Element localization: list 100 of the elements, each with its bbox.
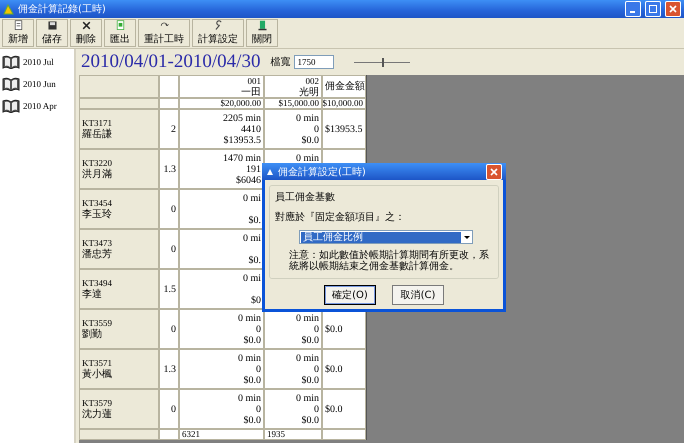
cell-text: 0 mi (242, 232, 261, 244)
employee-code: KT3579 (82, 398, 112, 408)
column-header: 佣金金額 (325, 81, 365, 92)
cell-text: 1470 min (222, 152, 261, 164)
cell-text: $0.0 (244, 334, 261, 346)
book-icon (2, 55, 20, 69)
employee-code: KT3171 (82, 118, 112, 128)
cell-text: 0 (171, 404, 176, 414)
book-icon (2, 99, 20, 113)
width-field[interactable]: 1750 (294, 55, 334, 69)
cell-text: 0 (314, 124, 319, 134)
cell-text: 0 (314, 404, 319, 414)
field-label: 對應於『固定金額項目』之： (275, 210, 406, 224)
cell-text: $0.0 (302, 414, 319, 426)
employee-name: 李玉玲 (82, 209, 112, 220)
cell-text: $0 (251, 294, 261, 306)
minimize-button[interactable] (625, 1, 641, 17)
cell-text: 0 min (238, 392, 261, 404)
sidebar-item[interactable]: 2010 Jun (2, 77, 72, 91)
cell-text: 0 min (238, 312, 261, 324)
cell-text: 0 (171, 324, 176, 334)
employee-code: KT3571 (82, 358, 112, 368)
dialog-button[interactable]: 確定(O) (324, 285, 376, 305)
close-icon (669, 5, 677, 13)
cell-text: 191 (246, 164, 261, 174)
employee-name: 李達 (82, 289, 102, 300)
cell-text: 0 (314, 324, 319, 334)
close-button[interactable] (486, 164, 502, 180)
cell-text: 0 mi (242, 192, 261, 204)
cell-text: 1.3 (164, 164, 176, 174)
employee-code: KT3494 (82, 278, 112, 288)
note-text: 注意：如此數值於帳期計算期間有所更改，系統將以帳期結束之佣金基數計算佣金。 (289, 250, 490, 272)
cell-text: $0.0 (325, 404, 342, 414)
sidebar-item[interactable]: 2010 Jul (2, 55, 72, 69)
dialog-button[interactable]: 取消(C) (392, 285, 444, 305)
cell-text: $0.0 (244, 374, 261, 386)
cell-text: 0 (314, 364, 319, 374)
maximize-button[interactable] (645, 1, 661, 17)
group-title: 員工佣金基數 (275, 190, 336, 204)
employee-name: 羅岳謙 (82, 129, 112, 140)
cell-text: 0 min (296, 392, 319, 404)
cell-text: $0.0 (302, 374, 319, 386)
close-button[interactable] (665, 1, 681, 17)
cell-text: 1935 (267, 429, 285, 440)
toolbar-button[interactable]: 儲存 (36, 19, 68, 47)
slider-thumb[interactable] (382, 58, 384, 66)
employee-name: 洪月滿 (82, 169, 112, 180)
cell-text: 0 mi (242, 272, 261, 284)
cell-text: $0.0 (244, 414, 261, 426)
window-title: 佣金計算記錄(工時) (18, 2, 107, 16)
width-label: 檔寬 (270, 56, 290, 69)
toolbar-button[interactable]: 刪除 (70, 19, 102, 47)
sidebar-item[interactable]: 2010 Apr (2, 99, 72, 113)
employee-code: KT3473 (82, 238, 112, 248)
toolbar-button[interactable]: 匯出 (104, 19, 136, 47)
cell-text: 1.5 (164, 284, 176, 294)
cell-text: $6046 (236, 174, 261, 186)
cell-text: 0 (171, 204, 176, 214)
cell-text: 0 (256, 364, 261, 374)
employee-code: KT3559 (82, 318, 112, 328)
column-header: 光明 (299, 86, 319, 98)
cell-text: 0 (256, 324, 261, 334)
cell-text: $13953.5 (325, 124, 362, 134)
cell-text: 6321 (182, 429, 200, 440)
cell-text: $0.0 (325, 324, 342, 334)
cell-text: 0 min (296, 152, 319, 164)
employee-name: 潘忠芳 (82, 249, 112, 260)
maximize-icon (649, 5, 657, 13)
cell-text: $0.0 (325, 364, 342, 374)
toolbar-button[interactable]: 關閉 (246, 19, 278, 47)
app-icon (266, 168, 274, 176)
cell-text: 2205 min (222, 112, 261, 124)
cell-text: 0 (256, 404, 261, 414)
cell-text: $15,000.00 (278, 98, 319, 109)
app-icon (3, 4, 14, 14)
column-code: 002 (306, 76, 319, 86)
close-icon (490, 168, 498, 176)
cell-text: $0.0 (302, 134, 319, 146)
cell-text: 0 min (238, 352, 261, 364)
cell-text: 0 min (296, 312, 319, 324)
book-icon (2, 77, 20, 91)
toolbar-button[interactable]: 重計工時 (138, 19, 190, 47)
cell-text: 0 min (296, 112, 319, 124)
cell-text: $13953.5 (224, 134, 261, 146)
cell-text: $0. (248, 254, 261, 266)
cell-text: $10,000.00 (322, 98, 363, 109)
employee-code: KT3220 (82, 158, 112, 168)
dialog-title: 佣金計算設定(工時) (278, 166, 367, 178)
toolbar-button[interactable]: 新增 (2, 19, 34, 47)
cell-text: 0 (171, 244, 176, 254)
base-dropdown[interactable]: 員工佣金比例 (299, 230, 473, 244)
employee-code: KT3454 (82, 198, 112, 208)
cell-text: 1.3 (164, 364, 176, 374)
column-code: 001 (248, 76, 261, 86)
cell-text: $0. (248, 214, 261, 226)
employee-name: 劉勤 (82, 329, 102, 340)
cell-text: 0 min (296, 352, 319, 364)
cell-text: 4410 (241, 124, 261, 134)
employee-name: 沈力蓮 (82, 409, 112, 420)
toolbar-button[interactable]: 計算設定 (192, 19, 244, 47)
